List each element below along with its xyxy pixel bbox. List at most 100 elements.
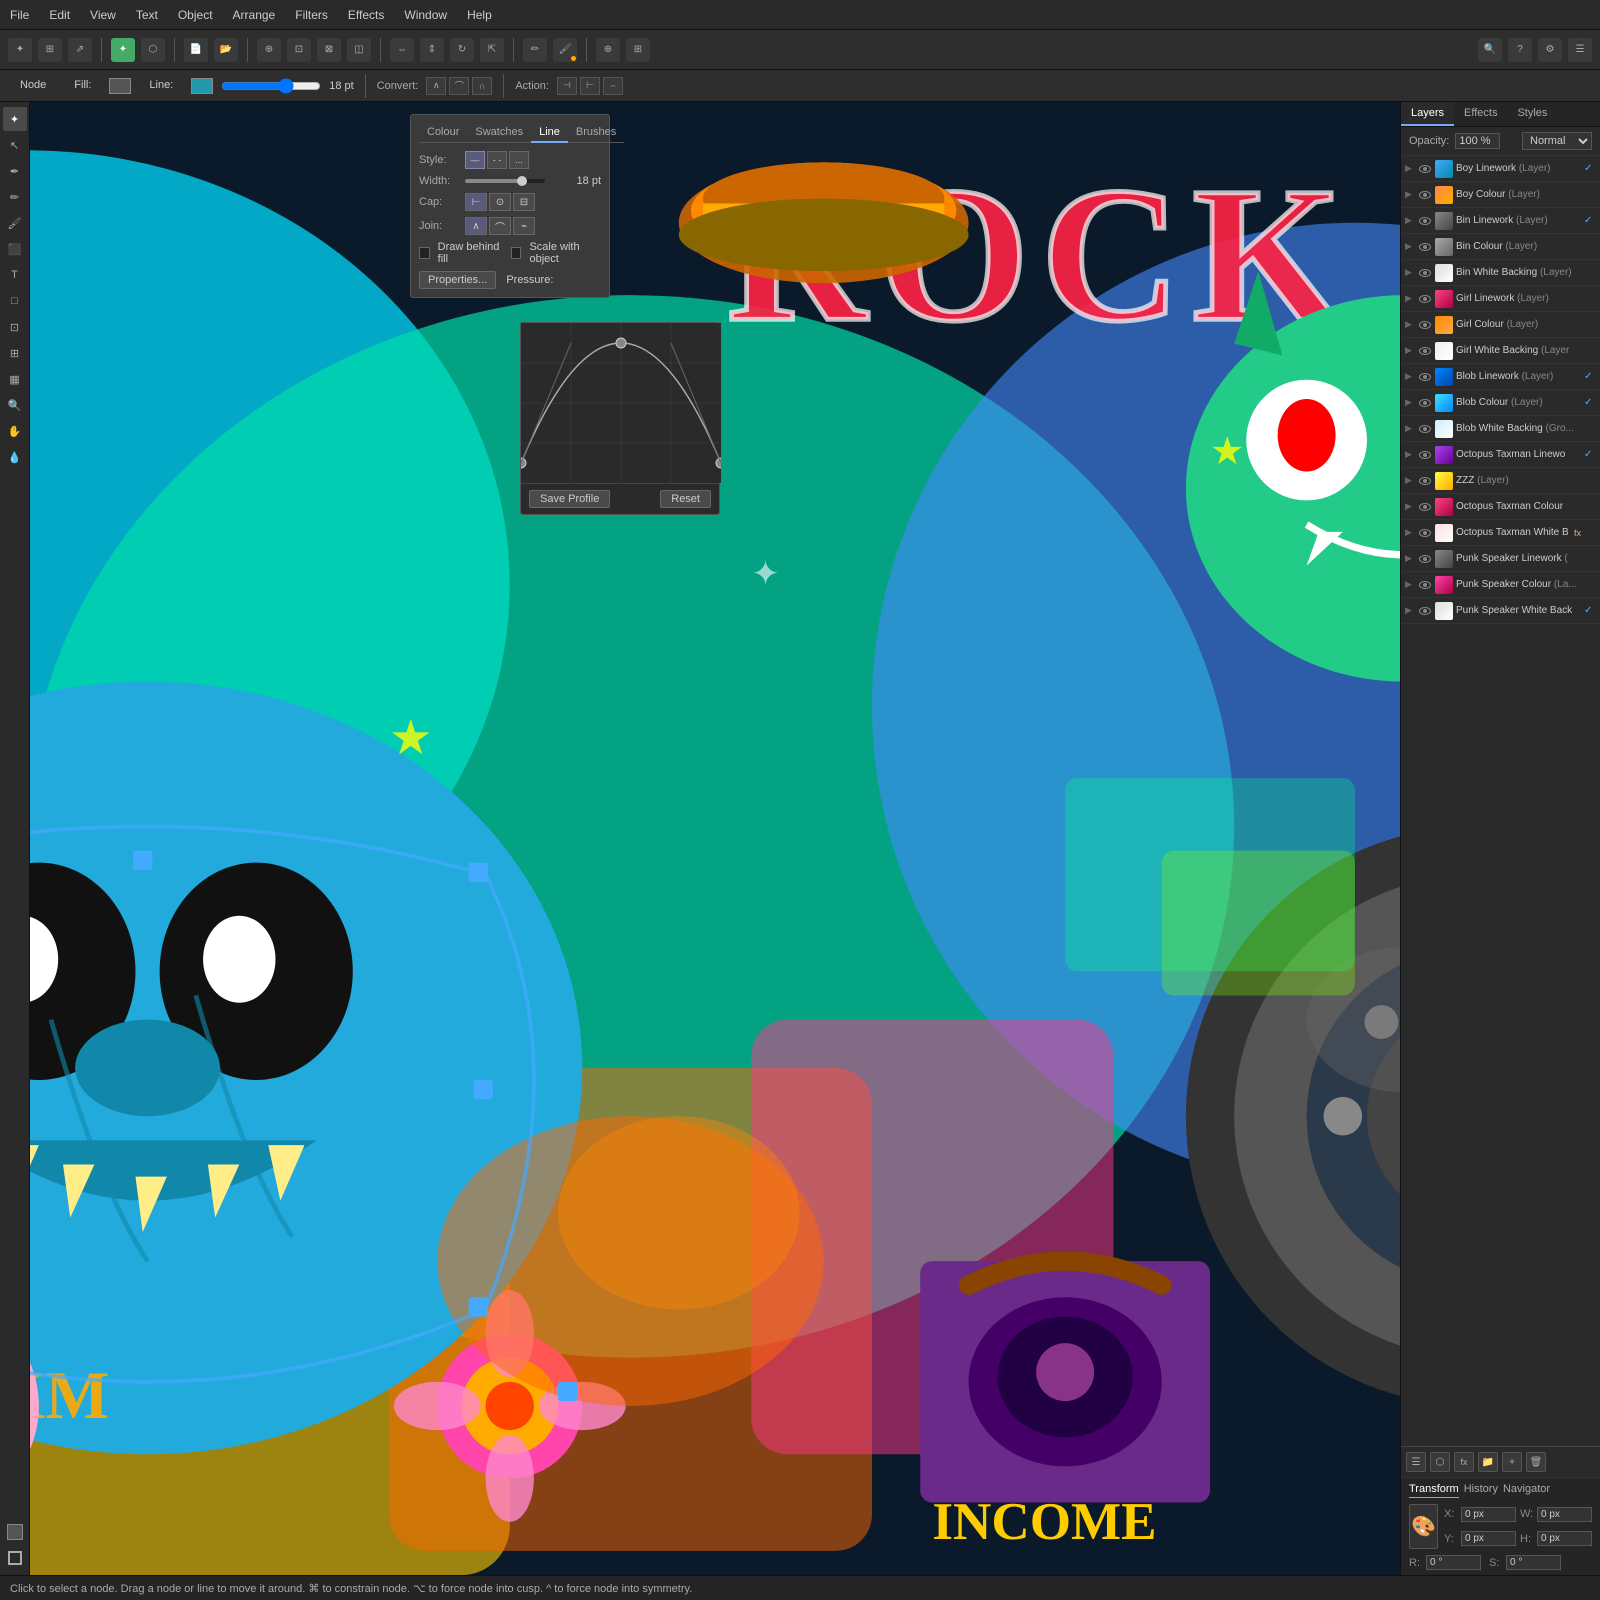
vis-eye[interactable] xyxy=(1418,526,1432,540)
text-tool-btn[interactable]: T xyxy=(3,263,27,287)
stroke-color-btn[interactable] xyxy=(3,1546,27,1570)
style-dashed-btn[interactable]: - - xyxy=(487,151,507,169)
layer-item-bin-linework[interactable]: ▶ Bin Linework (Layer) ✓ xyxy=(1401,208,1600,234)
join-round-btn[interactable]: ⌒ xyxy=(489,217,511,235)
layer-item-oct-white[interactable]: ▶ Octopus Taxman White B fx xyxy=(1401,520,1600,546)
width-slider-track[interactable] xyxy=(465,179,545,183)
panel-tab-swatches[interactable]: Swatches xyxy=(467,123,531,143)
r-input[interactable] xyxy=(1426,1555,1481,1570)
x-input[interactable] xyxy=(1461,1507,1516,1522)
layer-item-bin-colour[interactable]: ▶ Bin Colour (Layer) xyxy=(1401,234,1600,260)
properties-button[interactable]: Properties... xyxy=(419,271,496,289)
vis-eye[interactable] xyxy=(1418,266,1432,280)
export3-icon[interactable]: ◫ xyxy=(347,38,371,62)
canvas-area[interactable]: ROCK ROCK xyxy=(30,102,1400,1575)
menu-object[interactable]: Object xyxy=(178,8,213,22)
vis-eye[interactable] xyxy=(1418,162,1432,176)
tab-layers[interactable]: Layers xyxy=(1401,102,1454,126)
cap-round-btn[interactable]: ⊙ xyxy=(489,193,511,211)
search-icon[interactable]: 🔍 xyxy=(1478,38,1502,62)
reset-button[interactable]: Reset xyxy=(660,490,711,508)
cap-butt-btn[interactable]: ⊢ xyxy=(465,193,487,211)
vis-eye[interactable] xyxy=(1418,422,1432,436)
share-icon[interactable]: ⇗ xyxy=(68,38,92,62)
layer-item-blob-white[interactable]: ▶ Blob White Backing (Gro... xyxy=(1401,416,1600,442)
flip-v-icon[interactable]: ⇕ xyxy=(420,38,444,62)
select-tool-icon[interactable]: ⊞ xyxy=(38,38,62,62)
node-tool-btn[interactable]: ✦ xyxy=(3,107,27,131)
open-doc-icon[interactable]: 📂 xyxy=(214,38,238,62)
new-layer-icon[interactable]: + xyxy=(1502,1452,1522,1472)
layers-panel-icon[interactable]: ☰ xyxy=(1568,38,1592,62)
break-node-icon[interactable]: ⊣ xyxy=(557,77,577,95)
smooth-icon[interactable]: ⌢ xyxy=(603,77,623,95)
fx-layer-icon[interactable]: fx xyxy=(1454,1452,1474,1472)
layer-item-boy-colour[interactable]: ▶ Boy Colour (Layer) xyxy=(1401,182,1600,208)
join-miter-btn[interactable]: ∧ xyxy=(465,217,487,235)
vis-eye[interactable] xyxy=(1418,500,1432,514)
style-solid-btn[interactable]: — xyxy=(465,151,485,169)
vis-eye[interactable] xyxy=(1418,474,1432,488)
layer-item-punk-colour[interactable]: ▶ Punk Speaker Colour (La... xyxy=(1401,572,1600,598)
vis-eye[interactable] xyxy=(1418,370,1432,384)
persona-pixel-icon[interactable]: ⬡ xyxy=(141,38,165,62)
layer-item-girl-colour[interactable]: ▶ Girl Colour (Layer) xyxy=(1401,312,1600,338)
pencil-tool-btn[interactable]: ✏ xyxy=(3,185,27,209)
menu-filters[interactable]: Filters xyxy=(295,8,328,22)
line-swatch[interactable] xyxy=(191,78,213,94)
gradient-tool-btn[interactable]: ▦ xyxy=(3,367,27,391)
menu-file[interactable]: File xyxy=(10,8,29,22)
vis-eye[interactable] xyxy=(1418,396,1432,410)
panel-tab-brushes[interactable]: Brushes xyxy=(568,123,624,143)
new-folder-icon[interactable]: 📁 xyxy=(1478,1452,1498,1472)
convert-smart-icon[interactable]: ∩ xyxy=(472,77,492,95)
layer-item-zzz[interactable]: ▶ ZZZ (Layer) xyxy=(1401,468,1600,494)
rotate-icon[interactable]: ↻ xyxy=(450,38,474,62)
menu-effects[interactable]: Effects xyxy=(348,8,384,22)
scale-icon[interactable]: ⇱ xyxy=(480,38,504,62)
mask-icon[interactable]: ⬡ xyxy=(1430,1452,1450,1472)
vis-eye[interactable] xyxy=(1418,292,1432,306)
fill-tool-btn[interactable]: ⬛ xyxy=(3,237,27,261)
flip-h-icon[interactable]: ⇔ xyxy=(390,38,414,62)
vis-eye[interactable] xyxy=(1418,448,1432,462)
line-width-slider[interactable] xyxy=(221,78,321,94)
transform-tool-btn[interactable]: ⊞ xyxy=(3,341,27,365)
convert-smooth-icon[interactable]: ⌒ xyxy=(449,77,469,95)
brush-tool-btn[interactable]: 🖌 xyxy=(3,211,27,235)
vis-eye[interactable] xyxy=(1418,552,1432,566)
fill-swatch[interactable] xyxy=(109,78,131,94)
vis-eye[interactable] xyxy=(1418,344,1432,358)
menu-text[interactable]: Text xyxy=(136,8,158,22)
shape-tool-btn[interactable]: □ xyxy=(3,289,27,313)
layer-item-boy-linework[interactable]: ▶ Boy Linework (Layer) ✓ xyxy=(1401,156,1600,182)
vis-eye[interactable] xyxy=(1418,188,1432,202)
menu-view[interactable]: View xyxy=(90,8,116,22)
h-input[interactable] xyxy=(1537,1531,1592,1546)
layer-item-bin-white[interactable]: ▶ Bin White Backing (Layer) xyxy=(1401,260,1600,286)
delete-layer-icon[interactable]: 🗑 xyxy=(1526,1452,1546,1472)
vis-eye[interactable] xyxy=(1418,604,1432,618)
layer-item-blob-colour[interactable]: ▶ Blob Colour (Layer) ✓ xyxy=(1401,390,1600,416)
menu-edit[interactable]: Edit xyxy=(49,8,70,22)
style-dotted-btn[interactable]: ... xyxy=(509,151,529,169)
pencil-draw-icon[interactable]: ✏ xyxy=(523,38,547,62)
export2-icon[interactable]: ⊠ xyxy=(317,38,341,62)
layer-item-blob-linework[interactable]: ▶ Blob Linework (Layer) ✓ xyxy=(1401,364,1600,390)
layer-item-punk-white[interactable]: ▶ Punk Speaker White Back ✓ xyxy=(1401,598,1600,624)
join-bevel-btn[interactable]: ⌁ xyxy=(513,217,535,235)
opacity-input[interactable] xyxy=(1455,133,1500,149)
menu-arrange[interactable]: Arrange xyxy=(233,8,276,22)
hand-tool-btn[interactable]: ✋ xyxy=(3,419,27,443)
vis-eye[interactable] xyxy=(1418,240,1432,254)
panel-tab-line[interactable]: Line xyxy=(531,123,568,143)
node-tool-icon[interactable]: ✦ xyxy=(8,38,32,62)
snap-toggle-icon[interactable]: ⊞ xyxy=(626,38,650,62)
vis-eye[interactable] xyxy=(1418,578,1432,592)
vis-eye[interactable] xyxy=(1418,214,1432,228)
layers-list[interactable]: ▶ Boy Linework (Layer) ✓ ▶ Boy Colour (L… xyxy=(1401,156,1600,1446)
w-input[interactable] xyxy=(1537,1507,1592,1522)
zoom-tool-btn[interactable]: 🔍 xyxy=(3,393,27,417)
pen-tool-btn[interactable]: ✒ xyxy=(3,159,27,183)
convert-corner-icon[interactable]: ∧ xyxy=(426,77,446,95)
